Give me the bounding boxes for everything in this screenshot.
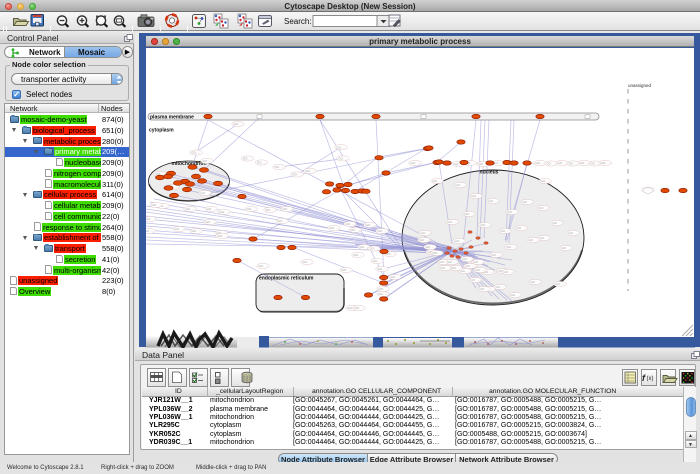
svg-text:GO: …: GO: …	[359, 245, 368, 249]
svg-text:GO: …: GO: …	[516, 226, 525, 230]
svg-text:GO: …: GO: …	[470, 278, 479, 282]
svg-text:plasma membrane: plasma membrane	[150, 114, 194, 120]
svg-text:GO: …: GO: …	[365, 223, 374, 227]
svg-text:GO: …: GO: …	[425, 245, 434, 249]
svg-text:GO: …: GO: …	[246, 207, 255, 211]
svg-text:GO: …: GO: …	[495, 285, 504, 289]
svg-text:GO: …: GO: …	[378, 292, 387, 296]
svg-text:GO: …: GO: …	[432, 179, 441, 183]
svg-text:GO: …: GO: …	[258, 264, 267, 268]
svg-text:GO: …: GO: …	[329, 226, 338, 230]
svg-text:GO: …: GO: …	[491, 253, 500, 257]
svg-text:GO: …: GO: …	[419, 238, 428, 242]
svg-text:GO: …: GO: …	[191, 229, 200, 233]
svg-text:GO: …: GO: …	[305, 169, 314, 173]
svg-text:GO: …: GO: …	[535, 161, 544, 165]
svg-text:GO: …: GO: …	[538, 206, 547, 210]
svg-text:GO: …: GO: …	[217, 234, 226, 238]
svg-text:GO: …: GO: …	[600, 161, 609, 165]
svg-text:cytoplasm: cytoplasm	[149, 128, 174, 134]
svg-text:GO: …: GO: …	[378, 287, 387, 291]
svg-text:GO: …: GO: …	[432, 251, 441, 255]
svg-text:GO: …: GO: …	[353, 253, 362, 257]
svg-text:GO: …: GO: …	[151, 203, 160, 207]
svg-text:GO: …: GO: …	[410, 161, 419, 165]
svg-text:GO: …: GO: …	[488, 199, 497, 203]
svg-text:GO: …: GO: …	[274, 165, 283, 169]
svg-text:GO: …: GO: …	[473, 260, 482, 264]
svg-text:GO: …: GO: …	[561, 246, 570, 250]
svg-text:GO: …: GO: …	[479, 287, 488, 291]
svg-text:GO: …: GO: …	[350, 228, 359, 232]
svg-text:GO: …: GO: …	[475, 268, 484, 272]
svg-text:(x): (x)	[647, 376, 654, 382]
svg-text:GO: …: GO: …	[377, 229, 386, 233]
svg-text:GO: …: GO: …	[557, 161, 566, 165]
svg-text:f: f	[642, 373, 646, 383]
svg-text:GO: …: GO: …	[302, 260, 311, 264]
svg-text:GO: …: GO: …	[447, 220, 456, 224]
svg-text:GO: …: GO: …	[507, 210, 516, 214]
svg-text:GO: …: GO: …	[200, 191, 209, 195]
svg-text:GO: …: GO: …	[471, 194, 480, 198]
svg-text:GO: …: GO: …	[454, 239, 463, 243]
svg-text:GO: …: GO: …	[185, 207, 194, 211]
svg-text:GO: …: GO: …	[500, 229, 509, 233]
svg-text:GO: …: GO: …	[341, 268, 350, 272]
svg-text:GO: …: GO: …	[191, 151, 200, 155]
svg-text:GO: …: GO: …	[455, 183, 464, 187]
svg-text:GO: …: GO: …	[522, 200, 531, 204]
svg-text:GO: …: GO: …	[243, 157, 252, 161]
svg-text:GO: …: GO: …	[579, 161, 588, 165]
svg-text:GO: …: GO: …	[506, 245, 515, 249]
svg-text:GO: …: GO: …	[568, 162, 577, 166]
svg-text:GO: …: GO: …	[233, 122, 242, 126]
svg-text:GO: …: GO: …	[390, 275, 399, 279]
svg-text:GO: …: GO: …	[206, 207, 215, 211]
svg-text:GO: …: GO: …	[336, 145, 345, 149]
svg-text:GO: …: GO: …	[146, 229, 154, 233]
svg-text:GO: …: GO: …	[503, 270, 512, 274]
svg-text:GO: …: GO: …	[540, 179, 549, 183]
svg-text:GO: …: GO: …	[528, 238, 537, 242]
svg-text:GO: …: GO: …	[552, 221, 561, 225]
svg-text:GO: …: GO: …	[338, 157, 347, 161]
svg-text:GO: …: GO: …	[282, 207, 291, 211]
svg-text:GO: …: GO: …	[510, 293, 519, 297]
svg-text:GO: …: GO: …	[539, 236, 548, 240]
svg-text:GO: …: GO: …	[546, 162, 555, 166]
svg-text:GO: …: GO: …	[372, 259, 381, 263]
svg-text:GO: …: GO: …	[590, 162, 599, 166]
svg-text:GO: …: GO: …	[219, 210, 228, 214]
svg-text:GO: …: GO: …	[480, 223, 489, 227]
svg-text:GO: …: GO: …	[292, 173, 301, 177]
svg-text:GO: …: GO: …	[420, 231, 429, 235]
svg-text:GO: …: GO: …	[146, 217, 155, 221]
svg-text:GO: …: GO: …	[377, 267, 386, 271]
svg-text:unassigned: unassigned	[628, 83, 652, 88]
svg-text:GO: …: GO: …	[257, 161, 266, 165]
svg-text:GO: …: GO: …	[465, 264, 474, 268]
svg-text:GO: …: GO: …	[202, 159, 211, 163]
svg-text:GO: …: GO: …	[555, 282, 564, 286]
svg-text:GO: …: GO: …	[460, 269, 469, 273]
svg-text:GO: …: GO: …	[451, 266, 460, 270]
svg-text:GO: …: GO: …	[369, 247, 378, 251]
svg-text:GO: …: GO: …	[568, 231, 577, 235]
svg-text:GO: …: GO: …	[464, 212, 473, 216]
svg-text:GO: …: GO: …	[354, 306, 363, 310]
svg-text:GO: …: GO: …	[345, 222, 354, 226]
svg-text:GO: …: GO: …	[493, 161, 502, 165]
svg-text:GO: …: GO: …	[277, 219, 286, 223]
svg-text:GO: …: GO: …	[205, 220, 214, 224]
svg-text:GO: …: GO: …	[462, 257, 471, 261]
svg-text:GO: …: GO: …	[174, 227, 183, 231]
svg-text:GO: …: GO: …	[265, 208, 274, 212]
svg-text:GO: …: GO: …	[440, 266, 449, 270]
svg-text:GO: …: GO: …	[447, 260, 456, 264]
svg-text:GO: …: GO: …	[530, 280, 539, 284]
